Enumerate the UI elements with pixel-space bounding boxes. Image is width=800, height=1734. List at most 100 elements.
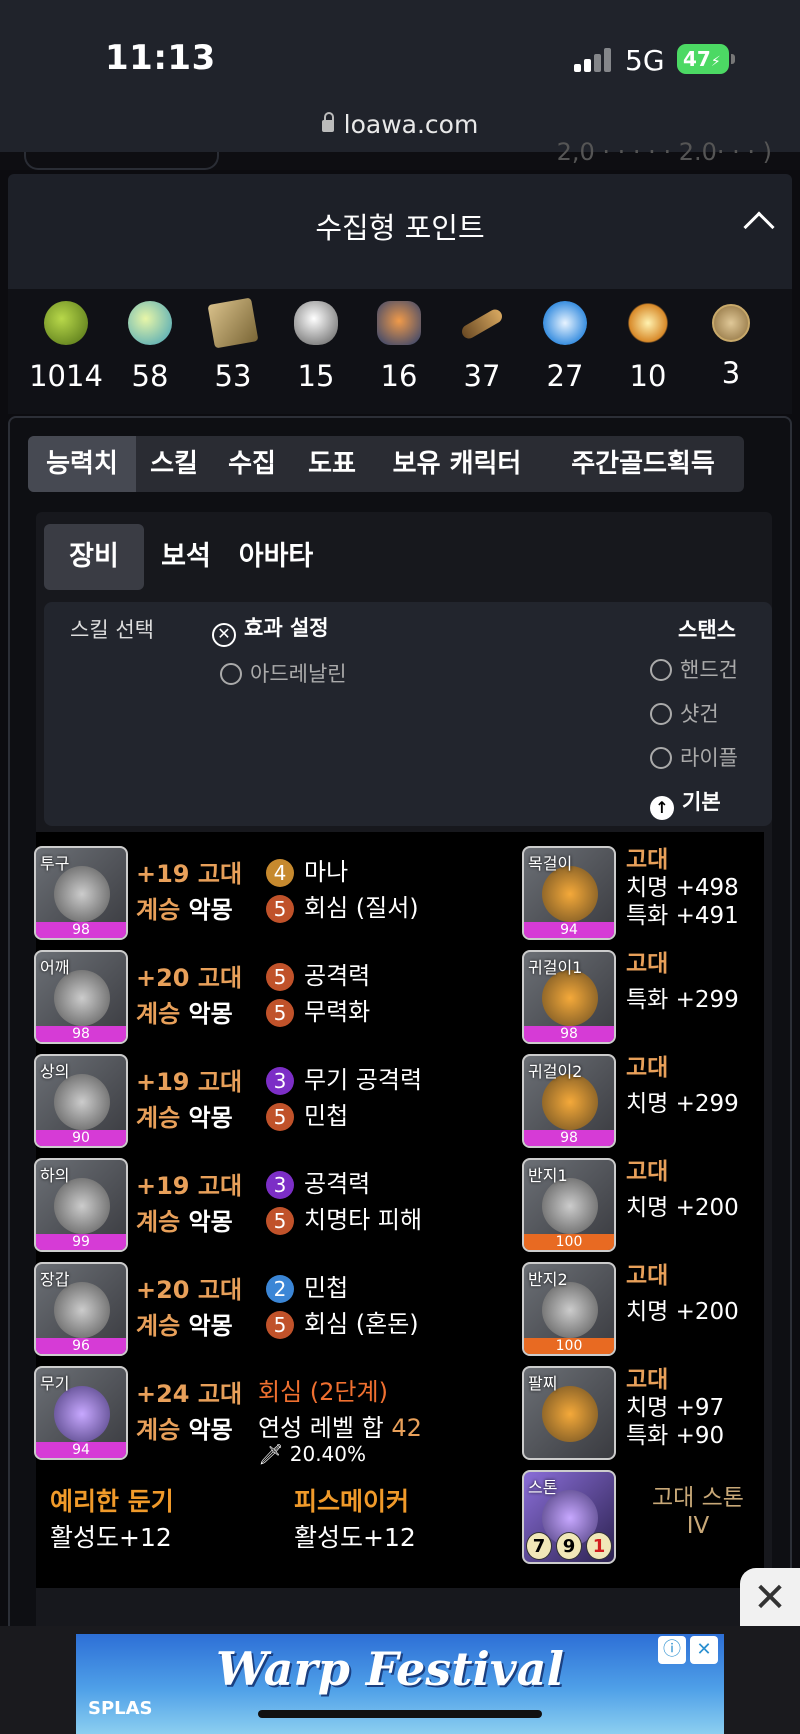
collect-item: 10 bbox=[606, 301, 690, 393]
inherit-tier: 계승 악몽 bbox=[136, 896, 233, 924]
tab-skills[interactable]: 스킬 bbox=[136, 436, 212, 492]
equip-slot-helmet[interactable]: 투구 98 bbox=[34, 846, 128, 940]
ad-close-button[interactable]: ✕ bbox=[740, 1568, 800, 1628]
acc-stats: 고대 특화 +299 bbox=[626, 951, 739, 1013]
refine-sum: 연성 레벨 합 42 bbox=[258, 1414, 422, 1442]
equip-level: +20 고대 bbox=[136, 1276, 243, 1304]
radio-icon bbox=[650, 747, 672, 769]
radio-icon bbox=[220, 663, 242, 685]
acc-stats: 고대 치명 +200 bbox=[626, 1159, 739, 1221]
chest-armor-icon bbox=[54, 1074, 110, 1130]
tab-characters[interactable]: 보유 캐릭터 bbox=[372, 436, 542, 492]
acc-slot-ring2[interactable]: 반지2 100 bbox=[522, 1262, 616, 1356]
collect-item: 16 bbox=[357, 301, 441, 393]
acc-stats: 고대 치명 +97 특화 +90 bbox=[626, 1367, 725, 1449]
collect-panel-title: 수집형 포인트 bbox=[315, 211, 485, 245]
equip-level: +19 고대 bbox=[136, 1068, 243, 1096]
tab-stats[interactable]: 능력치 bbox=[28, 436, 136, 492]
acc-slot-ring1[interactable]: 반지1 100 bbox=[522, 1158, 616, 1252]
collect-item: 3 bbox=[689, 301, 773, 390]
collect-item: 53 bbox=[191, 297, 275, 393]
equip-slot-shoulder[interactable]: 어깨 98 bbox=[34, 950, 128, 1044]
ad-brand-logo: SPLAS bbox=[88, 1698, 153, 1719]
tab-charts[interactable]: 도표 bbox=[292, 436, 372, 492]
sword-icon: 🗡 bbox=[258, 1442, 284, 1466]
tab-weekly-gold[interactable]: 주간골드획득 bbox=[542, 436, 744, 492]
stance-label: 스탠스 bbox=[678, 618, 736, 642]
weapon-icon bbox=[54, 1386, 110, 1442]
inherit-tier: 계승 악몽 bbox=[136, 1208, 233, 1236]
engraving: 5 회심 (혼돈) bbox=[266, 1304, 419, 1339]
island-heart-icon bbox=[128, 301, 172, 345]
pants-icon bbox=[54, 1178, 110, 1234]
subtab-gems[interactable]: 보석 bbox=[144, 524, 228, 590]
acc-slot-earring2[interactable]: 귀걸이2 98 bbox=[522, 1054, 616, 1148]
stance-rifle[interactable]: 라이플 bbox=[650, 742, 738, 772]
ad-info-icon[interactable]: ⓘ bbox=[658, 1636, 686, 1664]
stance-default[interactable]: ↑ 기본 bbox=[650, 786, 721, 820]
engraving: 3 공격력 bbox=[266, 1164, 370, 1199]
engraving: 5 회심 (질서) bbox=[266, 888, 419, 923]
earring-icon bbox=[542, 970, 598, 1026]
acc-stats: 고대 치명 +498 특화 +491 bbox=[626, 847, 739, 929]
subtab-avatar[interactable]: 아바타 bbox=[228, 524, 324, 590]
collect-item: 1014 bbox=[24, 301, 108, 393]
acc-slot-earring1[interactable]: 귀걸이1 98 bbox=[522, 950, 616, 1044]
skill-select-box: 스킬 선택 ✕ 효과 설정 아드레날린 스탠스 핸드건 샷건 라이플 ↑ 기본 bbox=[44, 602, 772, 826]
weapon-percent: 🗡 20.40% bbox=[258, 1442, 367, 1466]
collect-points-row: 1014 58 53 15 16 37 27 10 3 bbox=[8, 289, 792, 414]
acc-slot-bracelet[interactable]: 팔찌 bbox=[522, 1366, 616, 1460]
acc-stats: 고대 치명 +200 bbox=[626, 1263, 739, 1325]
equip-slot-weapon[interactable]: 무기 94 bbox=[34, 1366, 128, 1460]
close-circle-icon: ✕ bbox=[212, 623, 236, 647]
engraving: 5 민첩 bbox=[266, 1096, 348, 1131]
bracelet-icon bbox=[542, 1386, 598, 1442]
acc-slot-stone[interactable]: 스톤 791 bbox=[522, 1470, 616, 1564]
acc-stats: 고대 치명 +299 bbox=[626, 1055, 739, 1117]
equipment-grid: 투구 98 +19 고대 계승 악몽 4 마나 5 회심 (질서) 어깨 98 +20 … bbox=[34, 832, 764, 1588]
art-telescope-icon bbox=[459, 306, 505, 342]
helmet-icon bbox=[54, 866, 110, 922]
status-bar: 11:13 5G 47⚡ bbox=[0, 0, 800, 100]
stance-shotgun[interactable]: 샷건 bbox=[650, 698, 719, 728]
engraving: 3 무기 공격력 bbox=[266, 1060, 422, 1095]
stance-handgun[interactable]: 핸드건 bbox=[650, 654, 738, 684]
radio-icon bbox=[650, 659, 672, 681]
weapon-effect: 회심 (2단계) bbox=[258, 1378, 388, 1406]
mokoko-seed-icon bbox=[44, 301, 88, 345]
network-label: 5G bbox=[625, 44, 665, 77]
effect-setting-button[interactable]: ✕ 효과 설정 bbox=[212, 612, 329, 647]
equip-slot-chest[interactable]: 상의 90 bbox=[34, 1054, 128, 1148]
orpheus-star-icon bbox=[712, 304, 750, 342]
battery-icon: 47⚡ bbox=[677, 44, 735, 74]
ignea-token-icon bbox=[377, 301, 421, 345]
collect-item: 27 bbox=[523, 301, 607, 393]
subtab-equipment[interactable]: 장비 bbox=[44, 524, 144, 590]
ad-banner[interactable]: Warp Festival SPLAS ⓘ ✕ bbox=[76, 1634, 724, 1734]
gloves-icon bbox=[54, 1282, 110, 1338]
equip-level: +24 고대 bbox=[136, 1380, 243, 1408]
home-indicator bbox=[258, 1710, 542, 1718]
necklace-icon bbox=[542, 866, 598, 922]
equip-level: +20 고대 bbox=[136, 964, 243, 992]
inherit-tier: 계승 악몽 bbox=[136, 1416, 233, 1444]
previous-section-edge: 2,0 · · · · · 2.0· · · ) bbox=[0, 138, 800, 170]
adrenaline-option[interactable]: 아드레날린 bbox=[220, 658, 347, 688]
tab-collection[interactable]: 수집 bbox=[212, 436, 292, 492]
adventure-map-icon bbox=[207, 297, 259, 349]
skill-select-label: 스킬 선택 bbox=[70, 618, 154, 642]
collect-panel-header[interactable]: 수집형 포인트 bbox=[8, 174, 792, 289]
engraving: 5 공격력 bbox=[266, 956, 370, 991]
equip-level: +19 고대 bbox=[136, 1172, 243, 1200]
collect-item: 58 bbox=[108, 301, 192, 393]
signal-icon bbox=[574, 48, 614, 72]
collect-item: 37 bbox=[440, 301, 524, 393]
url-text: loawa.com bbox=[343, 110, 479, 139]
equip-slot-pants[interactable]: 하의 99 bbox=[34, 1158, 128, 1252]
engraving: 4 마나 bbox=[266, 852, 348, 887]
inherit-tier: 계승 악몽 bbox=[136, 1104, 233, 1132]
equip-slot-gloves[interactable]: 장갑 96 bbox=[34, 1262, 128, 1356]
set-effect: 피스메이커 활성도+12 bbox=[294, 1487, 416, 1552]
close-icon[interactable]: ✕ bbox=[690, 1636, 718, 1664]
acc-slot-necklace[interactable]: 목걸이 94 bbox=[522, 846, 616, 940]
